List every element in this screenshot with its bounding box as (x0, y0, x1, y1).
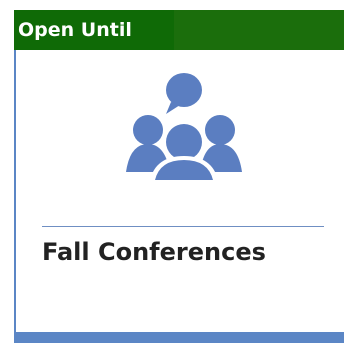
header-bar (174, 10, 344, 50)
tile-title: Fall Conferences (42, 238, 266, 266)
conference-tile[interactable]: Open Until Fall Conferences (0, 0, 344, 343)
title-divider (42, 226, 324, 227)
tile-left-border (14, 10, 16, 343)
header-label: Open Until (14, 10, 174, 50)
tile-bottom-bar (14, 332, 344, 343)
people-conversation-icon (124, 72, 246, 182)
